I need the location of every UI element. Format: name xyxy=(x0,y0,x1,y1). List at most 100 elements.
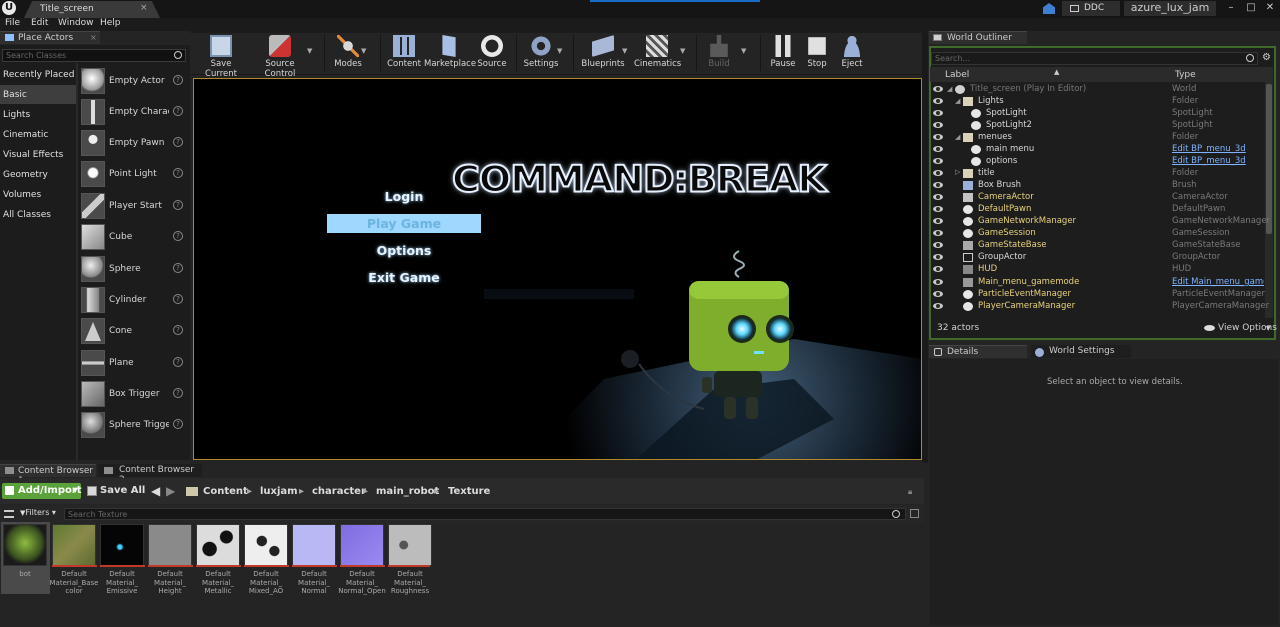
actor-item-sphere[interactable]: Sphere? xyxy=(80,255,186,285)
outliner-row-main-menu-gamemode[interactable]: Main_menu_gamemode Edit Main_menu_gamemod… xyxy=(930,277,1266,289)
build-dropdown-icon[interactable]: ▼ xyxy=(741,47,746,55)
visibility-eye-icon[interactable] xyxy=(933,122,943,128)
blueprints-button[interactable]: Blueprints xyxy=(581,33,625,73)
category-basic[interactable]: Basic xyxy=(0,85,76,104)
outliner-row-group-actor[interactable]: GroupActor GroupActor xyxy=(930,252,1266,264)
sources-toggle-icon[interactable] xyxy=(4,510,14,518)
category-recently-placed[interactable]: Recently Placed xyxy=(0,65,76,84)
label-column-header[interactable]: Label xyxy=(945,70,969,80)
edit-blueprint-link[interactable]: Edit BP_menu_3d xyxy=(1172,156,1246,166)
breadcrumb-separator-icon[interactable]: ▸ xyxy=(363,486,368,497)
breadcrumb-main-robot[interactable]: main_robot xyxy=(376,486,439,497)
visibility-eye-icon[interactable] xyxy=(933,279,943,285)
content-button[interactable]: Content xyxy=(386,33,422,73)
outliner-row-spotlight[interactable]: SpotLight SpotLight xyxy=(930,108,1266,120)
outliner-search-input[interactable]: Search... xyxy=(931,52,1258,65)
visibility-eye-icon[interactable] xyxy=(933,134,943,140)
edit-blueprint-link[interactable]: Edit BP_menu_3d xyxy=(1172,144,1246,154)
menu-edit[interactable]: Edit xyxy=(31,18,48,28)
world-outliner-tab[interactable]: World Outliner xyxy=(929,31,1027,44)
asset-thumbnail-emissive[interactable] xyxy=(100,524,144,566)
breadcrumb-texture[interactable]: Texture xyxy=(448,486,490,497)
category-geometry[interactable]: Geometry xyxy=(0,165,76,184)
visibility-eye-icon[interactable] xyxy=(933,303,943,309)
actor-item-empty-actor[interactable]: Empty Actor? xyxy=(80,67,186,97)
save-all-button[interactable]: Save All xyxy=(100,485,145,496)
visibility-eye-icon[interactable] xyxy=(933,218,943,224)
lock-icon[interactable]: 🔒︎ xyxy=(908,487,912,497)
menu-window[interactable]: Window xyxy=(58,18,94,28)
visibility-eye-icon[interactable] xyxy=(933,158,943,164)
outliner-row-game-state-base[interactable]: GameStateBase GameStateBase xyxy=(930,240,1266,252)
help-icon[interactable]: ? xyxy=(173,357,183,367)
sort-ascending-icon[interactable]: ▲ xyxy=(1054,68,1059,76)
stop-button[interactable]: Stop xyxy=(802,33,832,73)
actor-item-box-trigger[interactable]: Box Trigger? xyxy=(80,380,186,410)
close-window-icon[interactable]: ✕ xyxy=(1261,2,1279,16)
expand-arrow-icon[interactable]: ◢ xyxy=(955,97,960,105)
actor-item-empty-pawn[interactable]: Empty Pawn? xyxy=(80,129,186,159)
category-all-classes[interactable]: All Classes xyxy=(0,205,76,224)
game-viewport[interactable]: COMMAND:BREAK Login Play Game Options Ex… xyxy=(193,78,922,460)
help-icon[interactable]: ? xyxy=(173,263,183,273)
breadcrumb-separator-icon[interactable]: ▸ xyxy=(434,486,439,497)
source-control-dropdown-icon[interactable]: ▼ xyxy=(307,47,312,55)
minimize-icon[interactable]: – xyxy=(1222,2,1240,16)
actor-item-plane[interactable]: Plane? xyxy=(80,349,186,379)
source-control-button[interactable]: Source Control xyxy=(250,33,310,79)
outliner-row-player-camera-manager[interactable]: PlayerCameraManager PlayerCameraManager xyxy=(930,301,1269,313)
expand-arrow-icon[interactable]: ◢ xyxy=(955,133,960,141)
view-options-dropdown-icon[interactable]: ▼ xyxy=(1266,325,1271,332)
category-visual-effects[interactable]: Visual Effects xyxy=(0,145,76,164)
actor-item-cone[interactable]: Cone? xyxy=(80,317,186,347)
visibility-eye-icon[interactable] xyxy=(933,146,943,152)
actor-item-empty-character[interactable]: Empty Character? xyxy=(80,98,186,128)
outliner-row-spotlight2[interactable]: SpotLight2 SpotLight xyxy=(930,120,1266,132)
settings-icon[interactable]: ⚙ xyxy=(1262,52,1271,63)
outliner-row-game-session[interactable]: GameSession GameSession xyxy=(930,228,1266,240)
outliner-row-main-menu[interactable]: main menu Edit BP_menu_3d xyxy=(930,144,1266,156)
expand-arrow-icon[interactable]: ◢ xyxy=(947,85,952,93)
outliner-row-box-brush[interactable]: Box Brush Brush xyxy=(930,180,1266,192)
asset-thumbnail-metallic[interactable] xyxy=(196,524,240,566)
scrollbar-thumb[interactable] xyxy=(1266,84,1272,234)
modes-dropdown-icon[interactable]: ▼ xyxy=(361,47,366,55)
forward-arrow-icon[interactable]: ▶ xyxy=(166,484,175,498)
visibility-eye-icon[interactable] xyxy=(933,170,943,176)
help-icon[interactable]: ? xyxy=(173,325,183,335)
outliner-row-default-pawn[interactable]: DefaultPawn DefaultPawn xyxy=(930,204,1266,216)
help-icon[interactable]: ? xyxy=(173,388,183,398)
save-search-icon[interactable] xyxy=(910,509,919,518)
filters-button[interactable]: ▼Filters ▾ xyxy=(20,508,62,520)
back-arrow-icon[interactable]: ◀ xyxy=(151,484,160,498)
help-icon[interactable]: ? xyxy=(173,106,183,116)
search-texture-input[interactable]: Search Texture xyxy=(64,508,906,520)
login-menu-button[interactable]: Login xyxy=(327,187,481,206)
actor-item-cylinder[interactable]: Cylinder? xyxy=(80,286,186,316)
blueprints-dropdown-icon[interactable]: ▼ xyxy=(622,47,627,55)
category-lights[interactable]: Lights xyxy=(0,105,76,124)
visibility-eye-icon[interactable] xyxy=(933,110,943,116)
visibility-eye-icon[interactable] xyxy=(933,291,943,297)
breadcrumb-content[interactable]: Content xyxy=(203,486,248,497)
visibility-eye-icon[interactable] xyxy=(933,194,943,200)
build-button[interactable]: Build xyxy=(702,33,736,73)
help-icon[interactable]: ? xyxy=(173,419,183,429)
help-icon[interactable]: ? xyxy=(173,75,183,85)
help-icon[interactable]: ? xyxy=(173,294,183,304)
outliner-row-lights[interactable]: ◢ Lights Folder xyxy=(930,96,1266,108)
place-actors-tab[interactable]: Place Actors xyxy=(0,31,100,44)
visibility-eye-icon[interactable] xyxy=(933,182,943,188)
type-column-header[interactable]: Type xyxy=(1175,70,1196,80)
help-icon[interactable]: ? xyxy=(173,231,183,241)
close-panel-icon[interactable]: × xyxy=(90,33,97,42)
outliner-row-hud[interactable]: HUD HUD xyxy=(930,264,1266,276)
content-browser-1-tab[interactable]: Content Browser 1 xyxy=(0,464,96,486)
visibility-eye-icon[interactable] xyxy=(933,98,943,104)
visibility-eye-icon[interactable] xyxy=(933,86,943,92)
outliner-scrollbar[interactable] xyxy=(1265,82,1273,318)
outliner-row-game-network-manager[interactable]: GameNetworkManager GameNetworkManager xyxy=(930,216,1270,228)
outliner-row-options[interactable]: options Edit BP_menu_3d xyxy=(930,156,1266,168)
asset-thumbnail-normal-open[interactable] xyxy=(340,524,384,566)
source-button[interactable]: Source xyxy=(476,33,508,73)
